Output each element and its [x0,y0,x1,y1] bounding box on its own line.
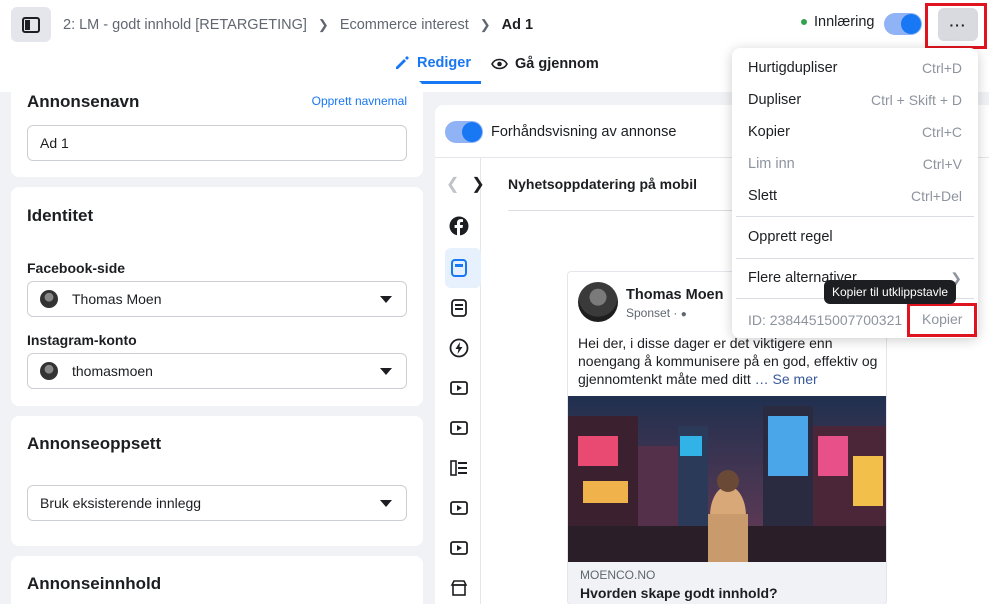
avatar [578,282,618,322]
ad-name-title: Annonsenavn [27,92,140,111]
edit-review-tabs: Rediger Gå gjennom [384,44,609,84]
ad-content-card: Annonseinnhold [11,556,423,604]
identity-title: Identitet [27,206,94,225]
caret-down-icon [380,368,392,375]
tab-edit-label: Rediger [417,54,471,71]
highlight-box-more [925,3,987,49]
times-square-image [568,396,886,562]
chevron-right-icon: ❯ [317,17,329,32]
caret-down-icon [380,296,392,303]
ad-id-text: ID: 23844515007700321 [748,312,903,328]
breadcrumb: 2: LM - godt innhold [RETARGETING] ❯ Eco… [63,17,533,33]
instagram-account-value: thomasmoen [72,363,153,379]
pencil-icon [396,55,409,69]
video-icon[interactable] [447,536,471,560]
menu-item-label: Slett [748,188,778,204]
menu-item-paste: Lim inn Ctrl+V [732,148,978,180]
post-image [568,396,886,562]
avatar [40,362,58,380]
preview-toggle-label: Forhåndsvisning av annonse [491,124,677,140]
breadcrumb-campaign[interactable]: 2: LM - godt innhold [RETARGETING] [63,17,307,33]
video-icon[interactable] [447,416,471,440]
placement-title: Nyhetsoppdatering på mobil [508,176,698,192]
create-name-template-link[interactable]: Opprett navnemal [312,94,407,108]
menu-item-delete[interactable]: Slett Ctrl+Del [732,180,978,212]
menu-item-shortcut: Ctrl + Skift + D [870,92,962,108]
menu-item-duplicate[interactable]: Dupliser Ctrl + Skift + D [732,84,978,116]
chevron-left-icon[interactable]: ❮ [446,174,459,194]
chevron-right-icon: ❯ [479,17,491,32]
ad-setup-title: Annonseoppsett [27,434,162,453]
menu-item-shortcut: Ctrl+C [921,124,962,140]
list-icon[interactable] [447,456,471,480]
ad-name-input[interactable]: Ad 1 [27,125,407,161]
stories-icon[interactable] [447,296,471,320]
instagram-account-select[interactable]: thomasmoen [27,353,407,389]
ad-content-title: Annonseinnhold [27,574,162,593]
preview-toggle-row: Forhåndsvisning av annonse [445,121,676,143]
ad-setup-select[interactable]: Bruk eksisterende innlegg [27,485,407,521]
menu-item-label: Kopier [748,124,790,140]
menu-item-copy[interactable]: Kopier Ctrl+C [732,116,978,148]
post-headline: Hvorden skape godt innhold? [580,585,778,601]
menu-item-shortcut: Ctrl+V [922,156,962,172]
highlight-box-copy [907,303,977,337]
video-icon[interactable] [447,376,471,400]
video-icon[interactable] [447,496,471,520]
post-link-footer[interactable]: MOENCO.NO Hvorden skape godt innhold? [568,562,886,604]
post-body-text: Hei der, i disse dager er det viktigere … [578,334,883,388]
placement-sidebar: ❮ ❯ [435,158,485,604]
identity-card: Identitet Facebook-side Thomas Moen Inst… [11,187,423,406]
tab-review-label: Gå gjennom [515,56,599,72]
menu-item-label: Opprett regel [748,229,833,245]
menu-item-shortcut: Ctrl+D [921,60,962,76]
post-author-name: Thomas Moen [626,287,724,303]
menu-item-create-rule[interactable]: Opprett regel [732,221,978,253]
menu-item-label: Hurtigdupliser [748,60,838,76]
see-more-link[interactable]: … Se mer [755,371,818,387]
copy-tooltip: Kopier til utklippstavle [824,280,957,304]
facebook-page-select[interactable]: Thomas Moen [27,281,407,317]
divider [508,210,768,211]
sidebar-icon [22,16,40,33]
ad-setup-card: Annonseoppsett Bruk eksisterende innlegg [11,416,423,546]
facebook-icon[interactable] [447,214,471,238]
placement-nav: ❮ ❯ [446,174,485,194]
post-sponsored-label: Sponset · ● [626,306,687,320]
facebook-page-label: Facebook-side [27,260,126,276]
status-label: Innlæring [814,14,875,30]
globe-icon: ● [680,309,687,320]
menu-item-quick-duplicate[interactable]: Hurtigdupliser Ctrl+D [732,52,978,84]
delivery-status: Innlæring [800,14,874,30]
menu-item-label: Dupliser [748,92,802,108]
menu-item-shortcut: Ctrl+Del [911,188,962,204]
tab-edit[interactable]: Rediger [384,44,481,84]
caret-down-icon [380,500,392,507]
chevron-right-icon[interactable]: ❯ [471,174,484,194]
breadcrumb-adset[interactable]: Ecommerce interest [340,17,469,33]
menu-item-label: Lim inn [748,156,795,172]
feed-icon[interactable] [447,256,471,280]
ad-setup-value: Bruk eksisterende innlegg [40,495,202,511]
sponsored-text: Sponset · [626,306,678,320]
avatar [40,290,58,308]
eye-icon [491,58,508,70]
post-domain: MOENCO.NO [580,568,656,582]
ad-name-card: Annonsenavn Opprett navnemal Ad 1 [11,80,423,177]
status-dot-icon [800,18,808,26]
tab-review[interactable]: Gå gjennom [481,44,609,84]
ad-on-off-toggle[interactable] [884,13,922,35]
sidebar-toggle-button[interactable] [11,7,51,42]
divider [736,258,974,259]
divider [736,216,974,217]
marketplace-icon[interactable] [447,576,471,600]
breadcrumb-ad: Ad 1 [501,17,534,33]
post-text: Hei der, i disse dager er det viktigere … [578,335,878,387]
facebook-page-value: Thomas Moen [72,291,162,307]
instagram-account-label: Instagram-konto [27,332,137,348]
preview-toggle[interactable] [445,121,483,143]
lightning-icon[interactable] [447,336,471,360]
